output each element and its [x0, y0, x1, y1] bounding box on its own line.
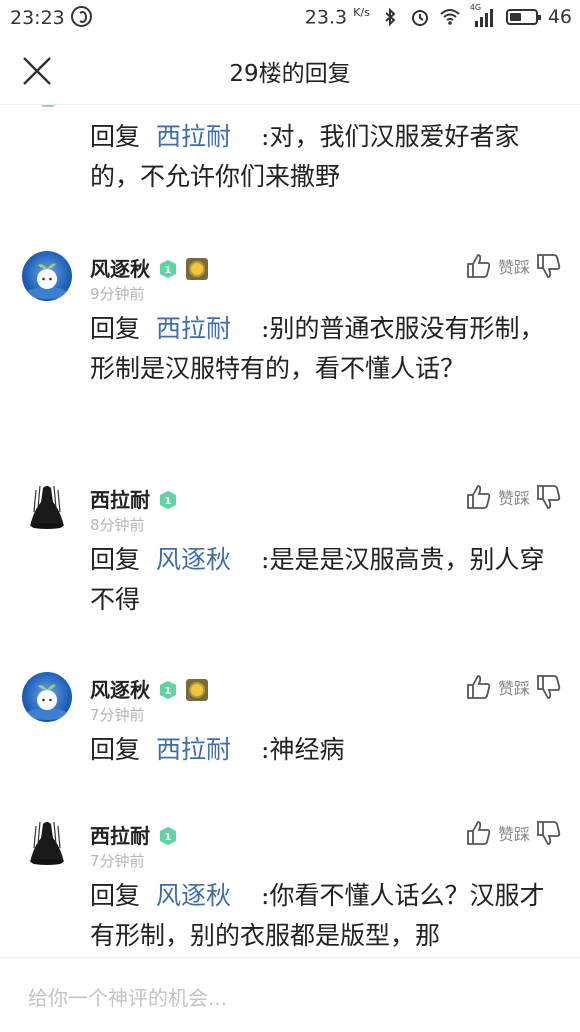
comment-time: 9分钟前: [90, 285, 145, 303]
thumb-down-icon[interactable]: [536, 820, 562, 846]
level-badge-icon: 1: [160, 681, 176, 699]
username-row: 西拉耐 1: [90, 820, 178, 849]
vote-label: 赞踩: [497, 489, 530, 508]
level-badge-icon: 1: [160, 491, 176, 509]
comment-time: 7分钟前: [90, 852, 145, 870]
signal-icon: [474, 9, 493, 28]
comment-text: :神经病: [261, 735, 345, 764]
vote-label: 赞踩: [497, 679, 530, 698]
vote-actions: 赞踩: [466, 674, 562, 700]
thumb-up-icon[interactable]: [466, 484, 492, 510]
comment-body: 回复 西拉耐:对，我们汉服爱好者家的，不允许你们来撒野: [90, 117, 554, 197]
level-number: 1: [165, 496, 172, 507]
comment-body: 回复 风逐秋:是是是汉服高贵，别人穿不得: [90, 540, 554, 620]
battery-icon: [505, 9, 541, 26]
status-time: 23:23: [10, 7, 65, 29]
username-row: 风逐秋 1: [90, 674, 208, 703]
sprout-avatar-icon: [27, 684, 67, 720]
avatar-partial: [38, 105, 58, 107]
sun-medal-icon: [186, 679, 208, 701]
comment-input-placeholder[interactable]: 给你一个神评的机会...: [28, 982, 227, 1011]
status-left: 23:23: [10, 6, 92, 29]
reply-target-link[interactable]: 风逐秋: [156, 545, 231, 574]
reply-prefix: 回复: [90, 314, 141, 343]
username[interactable]: 风逐秋: [90, 257, 150, 281]
vote-label: 赞踩: [497, 825, 530, 844]
figure-avatar-icon: [30, 485, 64, 529]
reply-target-link[interactable]: 西拉耐: [156, 735, 231, 764]
battery-fill: [509, 13, 521, 22]
comment-body: 回复 西拉耐:别的普通衣服没有形制，形制是汉服特有的，看不懂人话？: [90, 309, 554, 389]
network-speed: 23.3 K/s: [305, 6, 370, 28]
reply-target-link[interactable]: 西拉耐: [156, 122, 231, 151]
level-badge-icon: 1: [160, 260, 176, 278]
thumb-down-icon[interactable]: [536, 674, 562, 700]
reply-target-link[interactable]: 风逐秋: [156, 881, 231, 910]
reply-prefix: 回复: [90, 735, 141, 764]
header: 29楼的回复: [0, 36, 580, 105]
username[interactable]: 西拉耐: [90, 824, 150, 848]
comment-time: 8分钟前: [90, 516, 145, 534]
avatar[interactable]: [22, 818, 72, 868]
vote-actions: 赞踩: [466, 253, 562, 279]
thumb-up-icon[interactable]: [466, 674, 492, 700]
network-speed-value: 23.3: [304, 6, 348, 29]
sun-medal-icon: [186, 258, 208, 280]
comment-time: 7分钟前: [90, 706, 145, 724]
level-number: 1: [165, 832, 172, 843]
reply-prefix: 回复: [90, 122, 141, 151]
netease-icon: [70, 6, 92, 27]
level-number: 1: [165, 265, 172, 276]
comment-body: 回复 西拉耐 :神经病: [90, 730, 344, 770]
sprout-avatar-icon: [27, 263, 67, 299]
figure-avatar-icon: [30, 821, 64, 865]
vote-label: 赞踩: [497, 258, 530, 277]
comment-body: 回复 风逐秋:你看不懂人话么？汉服才有形制，别的衣服都是版型，那: [90, 876, 554, 956]
level-number: 1: [165, 686, 172, 697]
username[interactable]: 西拉耐: [90, 488, 150, 512]
comment-text: :对，我们汉服爱好者家的，不允许你们来撒野: [90, 122, 520, 191]
status-bar: 23:23 23.3 K/s 4G 46: [0, 0, 580, 36]
bluetooth-icon: [385, 7, 396, 27]
reply-list[interactable]: 回复 西拉耐:对，我们汉服爱好者家的，不允许你们来撒野 风逐秋 1 9分钟前 赞踩 …: [0, 105, 580, 957]
avatar[interactable]: [22, 672, 72, 722]
cell-signal: 4G: [470, 3, 496, 28]
thumb-down-icon[interactable]: [536, 484, 562, 510]
thumb-down-icon[interactable]: [536, 253, 562, 279]
status-right: 23.3 K/s 4G 46: [305, 3, 572, 29]
vote-actions: 赞踩: [466, 820, 562, 846]
alarm-icon: [411, 10, 428, 27]
network-speed-unit: K/s: [353, 6, 370, 19]
avatar[interactable]: [22, 482, 72, 532]
comment-input-bar[interactable]: 给你一个神评的机会...: [0, 957, 580, 1032]
reply-prefix: 回复: [90, 545, 141, 574]
level-badge-icon: 1: [160, 827, 176, 845]
username-row: 风逐秋 1: [90, 253, 208, 282]
thumb-up-icon[interactable]: [466, 253, 492, 279]
reply-target-link[interactable]: 西拉耐: [156, 314, 231, 343]
reply-prefix: 回复: [90, 881, 141, 910]
thumb-up-icon[interactable]: [466, 820, 492, 846]
battery-percent: 46: [547, 6, 572, 29]
page-title: 29楼的回复: [229, 61, 351, 87]
avatar[interactable]: [22, 251, 72, 301]
vote-actions: 赞踩: [466, 484, 562, 510]
wifi-icon: [440, 9, 460, 25]
username-row: 西拉耐 1: [90, 484, 178, 513]
username[interactable]: 风逐秋: [90, 678, 150, 702]
